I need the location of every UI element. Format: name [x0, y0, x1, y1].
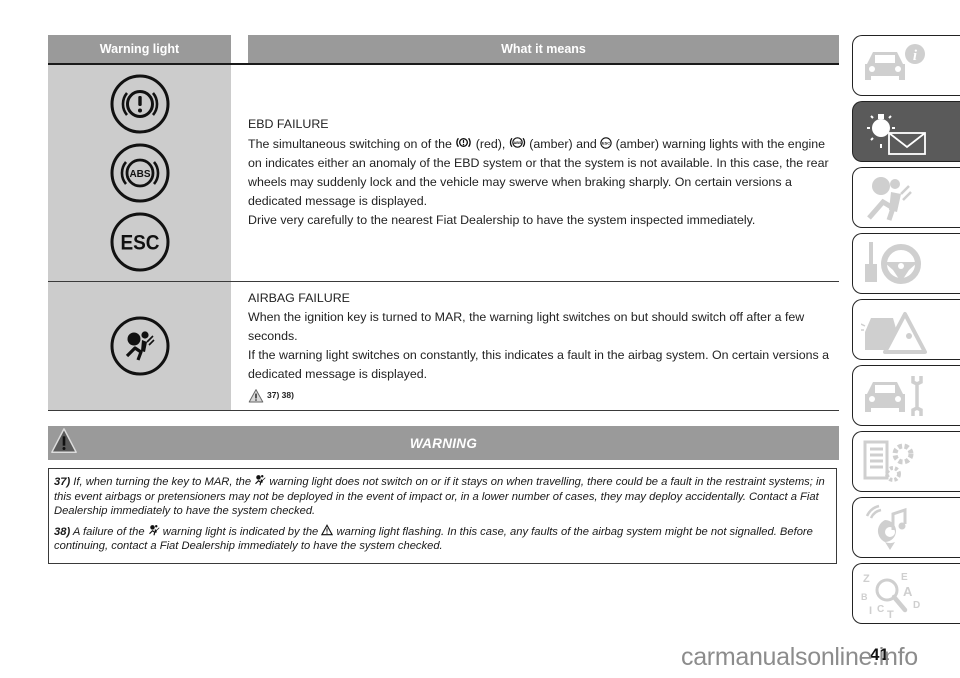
svg-text:E: E: [901, 572, 908, 583]
warning-triangle-icon: [248, 388, 264, 402]
hazard-triangle-inline-icon: [321, 523, 334, 535]
svg-text:ABS: ABS: [513, 141, 522, 145]
description-text: When the ignition key is turned to MAR, …: [248, 310, 805, 343]
warning-lights-icon: [867, 114, 926, 155]
tab-multimedia[interactable]: [852, 497, 960, 558]
warning-icons-cell: [48, 282, 231, 410]
svg-text:ABS: ABS: [129, 169, 150, 180]
safety-airbag-icon: [867, 177, 912, 221]
svg-text:C: C: [877, 604, 884, 615]
reference-numbers[interactable]: 37) 38): [267, 386, 294, 405]
esc-inline-icon: ESC: [600, 137, 612, 149]
table-header: Warning light What it means: [48, 35, 839, 65]
table-row-airbag-failure: AIRBAG FAILURE When the ignition key is …: [48, 282, 839, 411]
tab-technical-data[interactable]: [852, 431, 960, 492]
tab-starting-driving[interactable]: [852, 233, 960, 294]
description-text-2: Drive very carefully to the nearest Fiat…: [248, 213, 756, 227]
svg-text:ESC: ESC: [602, 141, 610, 146]
multimedia-icon: [865, 504, 907, 550]
airbag-inline-icon: [148, 524, 160, 535]
warning-note-38: 38) A failure of the warning light is in…: [54, 523, 813, 552]
description-cell: AIRBAG FAILURE When the ignition key is …: [231, 282, 839, 410]
tab-servicing-care[interactable]: [852, 365, 960, 426]
index-icon: Z E A B D I C T: [861, 572, 920, 618]
car-maintenance-icon: [865, 376, 923, 416]
tab-car-info[interactable]: i: [852, 35, 960, 96]
header-warning-light: Warning light: [48, 35, 231, 63]
airbag-warning-icon: [110, 316, 169, 376]
key-steering-wheel-icon: [865, 242, 921, 284]
car-info-icon: i: [865, 44, 925, 80]
row-title: AIRBAG FAILURE: [248, 291, 350, 305]
airbag-inline-icon: [255, 475, 266, 486]
description-text-2: If the warning light switches on constan…: [248, 348, 830, 381]
svg-text:A: A: [903, 584, 913, 599]
watermark: carmanualsonline.info: [681, 643, 918, 671]
abs-inline-icon: ABS: [509, 137, 525, 148]
brake-warning-inline-icon: [456, 137, 472, 148]
tab-in-an-emergency[interactable]: [852, 299, 960, 360]
row-title: EBD FAILURE: [248, 117, 329, 131]
emergency-icon: [861, 312, 927, 354]
warning-icons-cell: ABS ESC: [48, 65, 231, 281]
warning-references: 37) 38): [248, 386, 839, 405]
svg-text:ESC: ESC: [120, 232, 159, 255]
warning-header: WARNING: [48, 426, 839, 460]
esc-icon: ESC: [110, 212, 169, 272]
svg-text:D: D: [913, 600, 920, 611]
svg-text:I: I: [869, 605, 872, 617]
svg-text:T: T: [887, 609, 894, 618]
warning-title: WARNING: [409, 435, 478, 451]
svg-text:B: B: [861, 592, 868, 602]
abs-icon: ABS: [110, 143, 169, 203]
description-cell: EBD FAILURE The simultaneous switching o…: [231, 65, 839, 281]
brake-warning-icon: [110, 74, 169, 134]
tab-safety[interactable]: [852, 167, 960, 228]
table-row-ebd-failure: ABS ESC EBD FAILURE The simultaneous swi…: [48, 65, 839, 282]
warning-note-37: 37) If, when turning the key to MAR, the…: [54, 475, 825, 517]
header-what-it-means: What it means: [248, 35, 839, 63]
warning-triangle-icon: [51, 428, 77, 453]
tab-index[interactable]: Z E A B D I C T: [852, 563, 960, 624]
warning-notes: 37) If, when turning the key to MAR, the…: [48, 468, 837, 564]
svg-text:Z: Z: [863, 573, 870, 585]
description-text: The simultaneous switching on of the (re…: [248, 134, 839, 211]
tab-warning-lights[interactable]: [852, 101, 960, 162]
technical-data-icon: [863, 440, 914, 482]
warning-lights-table: Warning light What it means ABS ESC EBD …: [48, 35, 839, 411]
